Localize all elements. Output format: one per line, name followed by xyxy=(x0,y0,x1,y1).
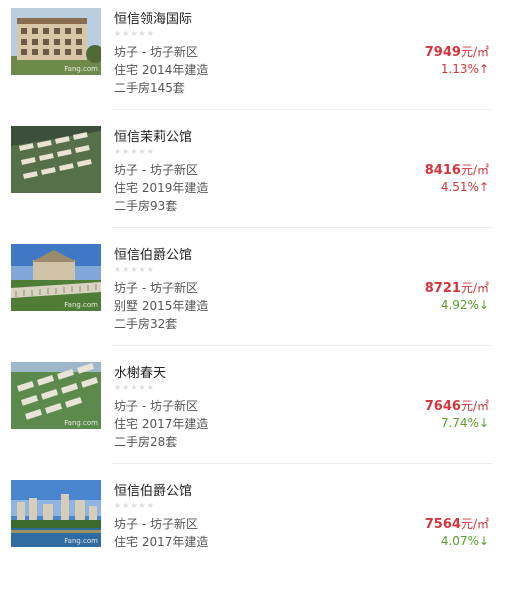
price-change: 1.13%↑ xyxy=(441,62,489,76)
second-hand-count[interactable]: 二手房145套 xyxy=(114,79,185,96)
unit-price: 7949元/㎡ xyxy=(425,43,489,60)
change-value: 4.92% xyxy=(440,298,479,312)
rating-stars: ★★★★★ xyxy=(114,29,155,38)
property-photo[interactable]: Fang.com xyxy=(11,244,101,311)
district-label: 坊子 - 坊子新区 xyxy=(114,163,198,177)
list-item[interactable]: 恒信茉莉公馆 ★★★★★ 坊子 - 坊子新区 住宅 2019年建造 二手房93套… xyxy=(0,118,506,236)
unit-price: 8721元/㎡ xyxy=(425,279,489,296)
price-unit: 元/㎡ xyxy=(460,399,489,413)
unit-price: 7564元/㎡ xyxy=(425,515,489,532)
property-name[interactable]: 水榭春天 xyxy=(114,362,166,381)
arrow-up-icon: ↑ xyxy=(478,180,489,194)
type-year-label: 住宅 2019年建造 xyxy=(114,181,209,195)
photo-watermark: Fang.com xyxy=(64,537,98,545)
property-name[interactable]: 恒信伯爵公馆 xyxy=(114,244,192,263)
second-hand-count[interactable]: 二手房93套 xyxy=(114,197,177,214)
list-item[interactable]: Fang.com 恒信领海国际 ★★★★★ 坊子 - 坊子新区 住宅 2014年… xyxy=(0,0,506,118)
district-label: 坊子 - 坊子新区 xyxy=(114,399,198,413)
district-label: 坊子 - 坊子新区 xyxy=(114,45,198,59)
price-change: 7.74%↓ xyxy=(441,416,489,430)
property-name[interactable]: 恒信伯爵公馆 xyxy=(114,480,192,499)
district-label: 坊子 - 坊子新区 xyxy=(114,281,198,295)
unit-price: 8416元/㎡ xyxy=(425,161,489,178)
price-change: 4.51%↑ xyxy=(441,180,489,194)
property-photo[interactable]: Fang.com xyxy=(11,480,101,547)
type-year-label: 别墅 2015年建造 xyxy=(114,299,209,313)
price-unit: 元/㎡ xyxy=(460,517,489,531)
second-hand-count[interactable]: 二手房32套 xyxy=(114,315,177,332)
list-item[interactable]: Fang.com 恒信伯爵公馆 ★★★★★ 坊子 - 坊子新区 别墅 2015年… xyxy=(0,236,506,354)
change-value: 7.74% xyxy=(440,416,479,430)
divider xyxy=(112,345,492,346)
change-value: 4.51% xyxy=(440,180,479,194)
arrow-up-icon: ↑ xyxy=(478,62,489,76)
second-hand-count[interactable]: 二手房28套 xyxy=(114,433,177,450)
price-change: 4.92%↓ xyxy=(441,298,489,312)
arrow-down-icon: ↓ xyxy=(478,298,489,312)
photo-watermark: Fang.com xyxy=(64,419,98,427)
type-year-label: 住宅 2017年建造 xyxy=(114,417,209,431)
property-name[interactable]: 恒信领海国际 xyxy=(114,8,192,27)
price-value: 7949 xyxy=(424,45,461,60)
list-item[interactable]: Fang.com 水榭春天 ★★★★★ 坊子 - 坊子新区 住宅 2017年建造… xyxy=(0,354,506,472)
property-photo[interactable] xyxy=(11,126,101,193)
type-year-label: 住宅 2014年建造 xyxy=(114,63,209,77)
change-value: 1.13% xyxy=(440,62,479,76)
divider xyxy=(112,109,492,110)
photo-watermark: Fang.com xyxy=(64,65,98,73)
price-value: 7564 xyxy=(424,517,461,532)
price-unit: 元/㎡ xyxy=(460,45,489,59)
list-item[interactable]: Fang.com 恒信伯爵公馆 ★★★★★ 坊子 - 坊子新区 住宅 2017年… xyxy=(0,472,506,590)
property-name[interactable]: 恒信茉莉公馆 xyxy=(114,126,192,145)
divider xyxy=(112,227,492,228)
price-value: 8416 xyxy=(424,163,461,178)
rating-stars: ★★★★★ xyxy=(114,383,155,392)
rating-stars: ★★★★★ xyxy=(114,147,155,156)
price-unit: 元/㎡ xyxy=(460,163,489,177)
property-list: Fang.com 恒信领海国际 ★★★★★ 坊子 - 坊子新区 住宅 2014年… xyxy=(0,0,506,549)
property-photo[interactable]: Fang.com xyxy=(11,8,101,75)
price-value: 8721 xyxy=(424,281,461,296)
divider xyxy=(112,463,492,464)
rating-stars: ★★★★★ xyxy=(114,265,155,274)
photo-watermark: Fang.com xyxy=(64,301,98,309)
district-label: 坊子 - 坊子新区 xyxy=(114,517,198,531)
price-unit: 元/㎡ xyxy=(460,281,489,295)
unit-price: 7646元/㎡ xyxy=(425,397,489,414)
price-value: 7646 xyxy=(424,399,461,414)
arrow-down-icon: ↓ xyxy=(478,416,489,430)
rating-stars: ★★★★★ xyxy=(114,501,155,510)
type-year-label: 住宅 2017年建造 xyxy=(114,535,209,549)
property-photo[interactable]: Fang.com xyxy=(11,362,101,429)
